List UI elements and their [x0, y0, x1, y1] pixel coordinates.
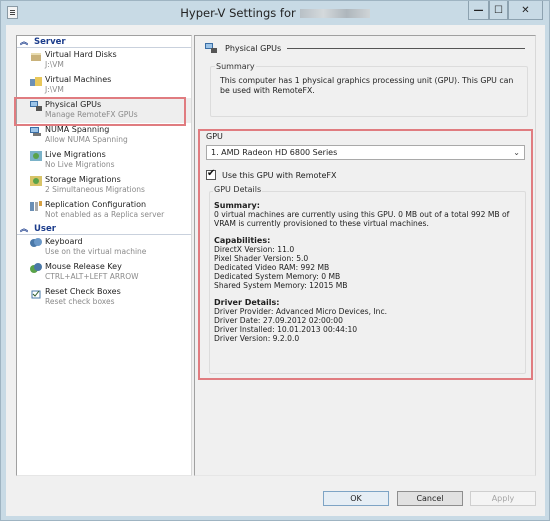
gpu-details-body: Summary: 0 virtual machines are currentl… — [214, 201, 521, 343]
numa-icon — [30, 127, 41, 136]
sidebar-item-label: NUMA Spanning — [45, 125, 110, 134]
title-divider — [287, 47, 525, 49]
storage-migration-icon — [30, 176, 42, 186]
capability-line: Dedicated Video RAM: 992 MB — [214, 263, 330, 272]
use-remotefx-label: Use this GPU with RemoteFX — [222, 170, 337, 180]
sidebar-item-reset-check-boxes[interactable]: Reset Check Boxes Reset check boxes — [17, 285, 191, 310]
window-title: Hyper-V Settings for — [1, 6, 549, 20]
sidebar-item-replication-configuration[interactable]: Replication Configuration Not enabled as … — [17, 198, 191, 223]
chevron-down-icon[interactable]: ⌄ — [513, 148, 520, 157]
capability-line: DirectX Version: 11.0 — [214, 245, 295, 254]
details-summary-line: VRAM is currently provisioned to these v… — [214, 219, 429, 228]
sidebar-item-virtual-machines[interactable]: Virtual Machines J:\VM — [17, 73, 191, 98]
details-summary-heading: Summary: — [214, 201, 260, 210]
panel-title: Physical GPUs — [225, 43, 282, 53]
sidebar-item-label: Mouse Release Key — [45, 262, 122, 271]
cancel-button[interactable]: Cancel — [397, 491, 463, 506]
section-server[interactable]: ︽ Server — [17, 36, 191, 48]
sidebar-item-keyboard[interactable]: Keyboard Use on the virtual machine — [17, 235, 191, 260]
sidebar-item-mouse-release-key[interactable]: Mouse Release Key CTRL+ALT+LEFT ARROW — [17, 260, 191, 285]
sidebar-item-live-migrations[interactable]: Live Migrations No Live Migrations — [17, 148, 191, 173]
summary-group: Summary This computer has 1 physical gra… — [210, 62, 528, 117]
driver-line: Driver Installed: 10.01.2013 00:44:10 — [214, 325, 358, 334]
sidebar-item-sublabel: 2 Simultaneous Migrations — [45, 185, 145, 194]
hyperv-settings-window: Hyper-V Settings for — ☐ ✕ ︽ Server Virtu… — [0, 0, 550, 521]
dialog-client: ︽ Server Virtual Hard Disks J:\VM Virtual M… — [6, 25, 545, 516]
sidebar-item-label: Live Migrations — [45, 150, 106, 159]
sidebar-item-label: Virtual Machines — [45, 75, 112, 84]
gpu-details-label: GPU Details — [213, 185, 263, 194]
close-button[interactable]: ✕ — [508, 1, 543, 20]
driver-line: Driver Version: 9.2.0.0 — [214, 334, 300, 343]
replication-icon — [30, 201, 42, 211]
keyboard-icon — [30, 238, 42, 247]
sidebar-item-label: Storage Migrations — [45, 175, 121, 184]
sidebar-item-sublabel: Reset check boxes — [45, 297, 115, 306]
minimize-button[interactable]: — — [468, 1, 489, 20]
sidebar-item-virtual-hard-disks[interactable]: Virtual Hard Disks J:\VM — [17, 48, 191, 73]
details-summary-line: 0 virtual machines are currently using t… — [214, 210, 510, 219]
summary-text: This computer has 1 physical graphics pr… — [220, 76, 514, 95]
collapse-icon[interactable]: ︽ — [20, 223, 28, 234]
sidebar-item-sublabel: Allow NUMA Spanning — [45, 135, 128, 144]
summary-label: Summary — [215, 62, 256, 71]
sidebar-item-label: Reset Check Boxes — [45, 287, 121, 296]
driver-line: Driver Date: 27.09.2012 02:00:00 — [214, 316, 343, 325]
use-remotefx-checkbox[interactable] — [206, 168, 216, 180]
capability-line: Shared System Memory: 12015 MB — [214, 281, 348, 290]
apply-button[interactable]: Apply — [470, 491, 536, 506]
reset-checkbox-icon — [31, 290, 41, 299]
driver-heading: Driver Details: — [214, 298, 280, 307]
driver-line: Driver Provider: Advanced Micro Devices,… — [214, 307, 388, 316]
capabilities-heading: Capabilities: — [214, 236, 271, 245]
redacted-hostname — [299, 9, 370, 18]
folder-icon — [30, 77, 42, 86]
sidebar-item-sublabel: J:\VM — [45, 85, 64, 94]
live-migration-icon — [30, 151, 42, 161]
sidebar-item-sublabel: Use on the virtual machine — [45, 247, 147, 256]
mouse-icon — [30, 263, 42, 273]
sidebar-item-label: Keyboard — [45, 237, 83, 246]
sidebar-item-storage-migrations[interactable]: Storage Migrations 2 Simultaneous Migrati… — [17, 173, 191, 198]
gpu-label: GPU — [206, 132, 223, 141]
use-remotefx-row[interactable]: Use this GPU with RemoteFX — [206, 168, 337, 180]
gpu-icon — [205, 42, 217, 53]
capability-line: Dedicated System Memory: 0 MB — [214, 272, 341, 281]
sidebar-item-numa-spanning[interactable]: NUMA Spanning Allow NUMA Spanning — [17, 123, 191, 148]
section-user[interactable]: ︽ User — [17, 223, 191, 235]
sidebar-item-label: Replication Configuration — [45, 200, 147, 209]
highlight-physical-gpus — [14, 97, 186, 126]
gpu-select[interactable]: 1. AMD Radeon HD 6800 Series ⌄ — [206, 145, 525, 160]
sidebar-item-label: Virtual Hard Disks — [45, 50, 117, 59]
collapse-icon[interactable]: ︽ — [20, 36, 28, 47]
maximize-button[interactable]: ☐ — [489, 1, 508, 20]
hard-disk-icon — [31, 53, 41, 61]
panel-header: Physical GPUs — [205, 42, 525, 54]
gpu-details-group: GPU Details Summary: 0 virtual machines … — [209, 185, 526, 374]
settings-panel: Physical GPUs Summary This computer has … — [194, 35, 536, 476]
sidebar-item-sublabel: CTRL+ALT+LEFT ARROW — [45, 272, 139, 281]
sidebar-item-sublabel: No Live Migrations — [45, 160, 115, 169]
sidebar-item-sublabel: J:\VM — [45, 60, 64, 69]
title-bar[interactable]: Hyper-V Settings for — ☐ ✕ — [1, 1, 549, 25]
capability-line: Pixel Shader Version: 5.0 — [214, 254, 309, 263]
sidebar-item-sublabel: Not enabled as a Replica server — [45, 210, 165, 219]
ok-button[interactable]: OK — [323, 491, 389, 506]
